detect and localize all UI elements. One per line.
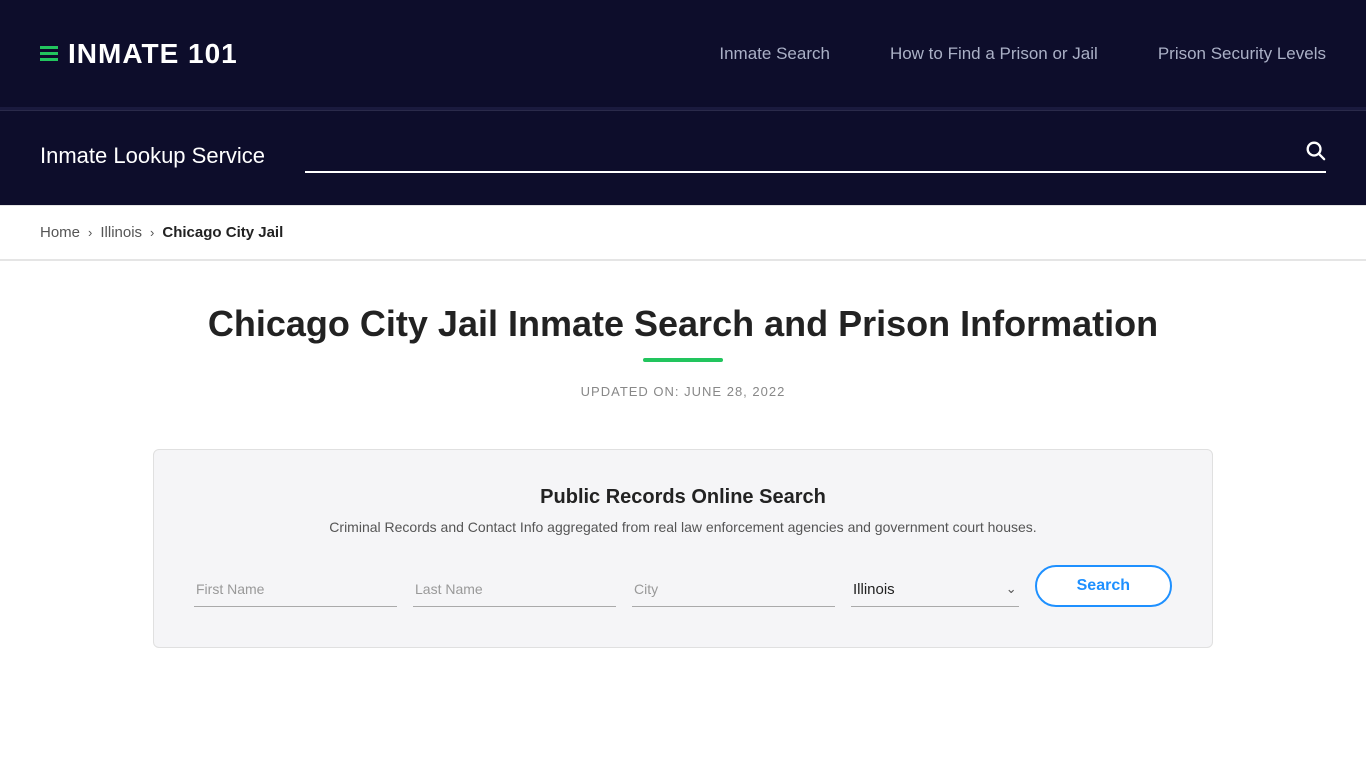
search-card-title: Public Records Online Search (194, 486, 1172, 509)
breadcrumb-bar: Home › Illinois › Chicago City Jail (0, 206, 1366, 260)
logo-link[interactable]: INMATE 101 (40, 38, 238, 70)
city-input[interactable] (632, 573, 835, 607)
search-icon (1304, 139, 1326, 161)
search-section: Inmate Lookup Service (0, 110, 1366, 205)
updated-label: UPDATED ON: JUNE 28, 2022 (153, 384, 1213, 399)
breadcrumb-chevron-1: › (88, 225, 92, 240)
last-name-field (413, 573, 616, 607)
first-name-field (194, 573, 397, 607)
city-field (632, 573, 835, 607)
title-underline (643, 358, 723, 362)
state-field: Illinois Alabama Alaska Arizona Californ… (851, 573, 1019, 607)
breadcrumb-chevron-2: › (150, 225, 154, 240)
search-section-label: Inmate Lookup Service (40, 143, 265, 169)
breadcrumb: Home › Illinois › Chicago City Jail (40, 224, 1326, 241)
page-title: Chicago City Jail Inmate Search and Pris… (153, 301, 1213, 348)
nav-item-security-levels[interactable]: Prison Security Levels (1158, 44, 1326, 64)
first-name-input[interactable] (194, 573, 397, 607)
search-input[interactable] (305, 144, 1296, 162)
breadcrumb-state[interactable]: Illinois (100, 224, 142, 241)
logo-icon (40, 46, 58, 61)
search-icon-button[interactable] (1304, 139, 1326, 167)
state-select-wrap: Illinois Alabama Alaska Arizona Californ… (851, 573, 1019, 607)
top-nav: INMATE 101 Inmate Search How to Find a P… (0, 0, 1366, 205)
nav-link-security-levels[interactable]: Prison Security Levels (1158, 44, 1326, 63)
search-card: Public Records Online Search Criminal Re… (153, 449, 1213, 648)
state-select[interactable]: Illinois Alabama Alaska Arizona Californ… (853, 581, 1006, 598)
logo-text: INMATE 101 (68, 38, 238, 70)
breadcrumb-home[interactable]: Home (40, 224, 80, 241)
search-card-description: Criminal Records and Contact Info aggreg… (194, 519, 1172, 535)
nav-links: Inmate Search How to Find a Prison or Ja… (719, 44, 1326, 64)
search-form-row: Illinois Alabama Alaska Arizona Californ… (194, 565, 1172, 607)
nav-link-inmate-search[interactable]: Inmate Search (719, 44, 830, 63)
nav-item-inmate-search[interactable]: Inmate Search (719, 44, 830, 64)
chevron-down-icon: ⌄ (1006, 581, 1017, 597)
main-content: Chicago City Jail Inmate Search and Pris… (133, 261, 1233, 708)
last-name-input[interactable] (413, 573, 616, 607)
nav-item-find-prison[interactable]: How to Find a Prison or Jail (890, 44, 1098, 64)
breadcrumb-current: Chicago City Jail (162, 224, 283, 241)
search-input-wrap (305, 139, 1326, 173)
search-button[interactable]: Search (1035, 565, 1172, 607)
nav-link-find-prison[interactable]: How to Find a Prison or Jail (890, 44, 1098, 63)
